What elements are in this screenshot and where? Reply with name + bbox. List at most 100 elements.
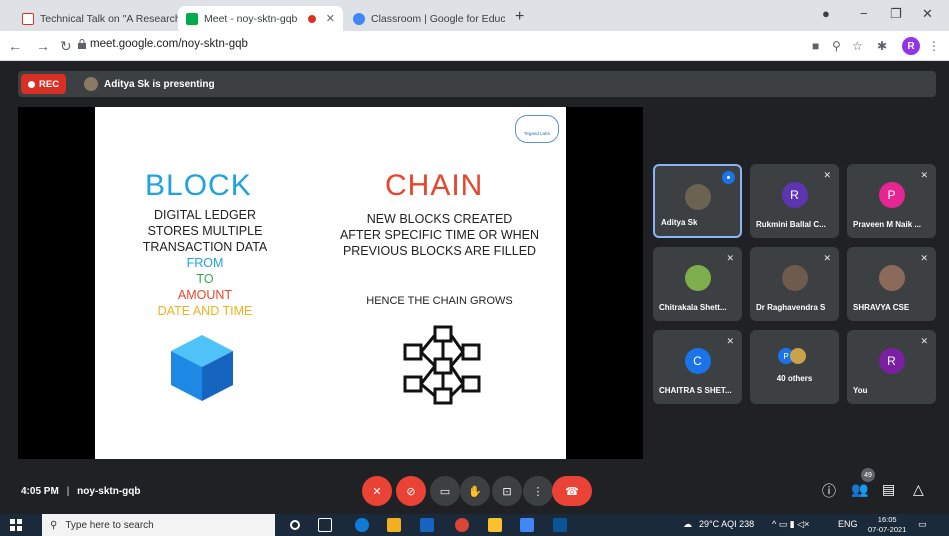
participant-name: Dr Raghavendra S	[756, 303, 826, 312]
url-field[interactable]: meet.google.com/noy-sktn-gqb	[90, 38, 248, 50]
google-icon	[353, 12, 365, 25]
taskbar-clock[interactable]: 16:05 07-07-2021	[868, 515, 906, 535]
recording-indicator-icon	[307, 14, 316, 23]
file-explorer-icon[interactable]	[387, 518, 401, 532]
edge-icon[interactable]	[355, 518, 369, 532]
participant-name: Aditya Sk	[661, 218, 698, 227]
avatar	[878, 265, 905, 291]
mic-off-icon: ✕	[726, 253, 734, 263]
tab-title: Technical Talk on "A Research pa	[40, 12, 180, 25]
tab-title: Classroom | Google for Educatio	[371, 12, 505, 25]
extensions-icon[interactable]: ✱	[877, 39, 887, 53]
tab-search-icon[interactable]: ●	[822, 6, 830, 21]
forward-icon[interactable]: →	[36, 38, 50, 54]
close-tab-icon[interactable]: ✕	[320, 12, 335, 25]
meeting-time: 4:05 PM	[21, 486, 59, 497]
menu-icon[interactable]: ⋮	[928, 39, 940, 53]
block-line: STORES MULTIPLE	[147, 224, 263, 238]
block-line: TRANSACTION DATA	[142, 240, 268, 254]
people-count-badge: 49	[861, 468, 875, 482]
info-icon[interactable]: ⓘ	[822, 481, 836, 501]
zoom-icon[interactable]: ⚲	[832, 39, 841, 53]
mic-off-icon: ✕	[823, 253, 831, 263]
participant-tile[interactable]: ✕ Dr Raghavendra S	[750, 247, 839, 321]
search-placeholder: Type here to search	[65, 519, 154, 531]
blockchain-network-icon	[403, 325, 481, 405]
participant-name: SHRAVYA CSE	[853, 303, 910, 312]
block-description: DIGITAL LEDGER STORES MULTIPLE TRANSACTI…	[115, 207, 295, 319]
slide: Tegand Labs BLOCK CHAIN DIGITAL LEDGER S…	[95, 107, 566, 459]
chrome-icon[interactable]	[455, 518, 469, 532]
avatar: P	[878, 182, 905, 208]
camera-off-button[interactable]: ⊘	[396, 476, 426, 506]
taskbar-search[interactable]: ⚲ Type here to search	[42, 514, 275, 536]
tab-technical-talk[interactable]: Technical Talk on "A Research pa ✕	[14, 6, 180, 31]
photos-icon[interactable]	[553, 518, 567, 532]
participant-tile[interactable]: ✕ R Rukmini Ballal C...	[750, 164, 839, 238]
presentation-bar: REC Aditya Sk is presenting	[18, 71, 936, 97]
logo-text: Tegand Labs	[524, 131, 550, 136]
participant-tile[interactable]: ✕ P Praveen M Naik ...	[847, 164, 936, 238]
gmail-icon	[22, 12, 34, 25]
participant-tile[interactable]: ✕ SHRAVYA CSE	[847, 247, 936, 321]
clock-date: 07-07-2021	[868, 525, 907, 534]
camera-icon[interactable]: ■	[812, 39, 819, 53]
bookmark-star-icon[interactable]: ☆	[852, 39, 863, 53]
app-icon[interactable]	[520, 518, 534, 532]
mic-off-button[interactable]: ✕	[362, 476, 392, 506]
participant-name: CHAITRA S SHET...	[659, 386, 732, 395]
captions-button[interactable]: ▭	[430, 476, 460, 506]
cortana-icon[interactable]	[290, 520, 300, 530]
to-label: TO	[196, 272, 214, 286]
windows-start-icon[interactable]	[10, 519, 22, 531]
notifications-icon[interactable]: ▭	[918, 519, 927, 530]
mail-icon[interactable]	[420, 518, 434, 532]
participant-tile[interactable]: ✕ Chitrakala Shett...	[653, 247, 742, 321]
others-tile[interactable]: P 40 others	[750, 330, 839, 404]
chat-icon[interactable]: ▤	[882, 481, 895, 498]
weather-text[interactable]: 29°C AQI 238	[699, 519, 754, 529]
recording-badge: REC	[21, 74, 67, 94]
avatar	[781, 265, 808, 291]
leave-call-button[interactable]: ☎	[552, 476, 592, 506]
language-indicator[interactable]: ENG	[838, 519, 858, 529]
maximize-icon[interactable]: ❐	[890, 6, 902, 22]
tab-classroom[interactable]: Classroom | Google for Educatio ✕	[345, 6, 505, 31]
speaking-indicator-icon: ⦁	[722, 171, 735, 184]
task-view-icon[interactable]	[318, 518, 332, 532]
meeting-controls: 4:05 PM | noy-sktn-gqb ✕ ⊘ ▭ ✋ ⊡ ⋮ ☎ ⓘ 4…	[0, 468, 949, 514]
block-heading: BLOCK	[145, 169, 252, 202]
mic-off-icon: ✕	[920, 253, 928, 263]
participant-tile[interactable]: ✕ C CHAITRA S SHET...	[653, 330, 742, 404]
activities-icon[interactable]: △	[913, 481, 924, 498]
browser-tab-bar: Technical Talk on "A Research pa ✕ Meet …	[0, 0, 949, 31]
tray-icons[interactable]: ^ ▭ ▮ ◁×	[772, 519, 809, 530]
date-label: DATE AND TIME	[157, 304, 253, 318]
more-options-button[interactable]: ⋮	[523, 476, 553, 506]
meet-window: REC Aditya Sk is presenting Tegand Labs …	[0, 61, 949, 514]
others-count: 40 others	[776, 374, 813, 383]
participant-tile[interactable]: ⦁ Aditya Sk	[653, 164, 742, 238]
present-button[interactable]: ⊡	[492, 476, 522, 506]
back-icon[interactable]: ←	[8, 38, 22, 54]
minimize-icon[interactable]: −	[860, 6, 868, 21]
tab-meet[interactable]: Meet - noy-sktn-gqb ✕	[178, 6, 343, 31]
participant-name: Rukmini Ballal C...	[756, 220, 826, 229]
weather-icon[interactable]: ☁	[683, 519, 692, 530]
meet-icon	[186, 12, 198, 25]
separator: |	[66, 486, 70, 497]
chain-heading: CHAIN	[385, 169, 484, 202]
self-tile[interactable]: ✕ R You	[847, 330, 936, 404]
mic-off-icon: ✕	[920, 336, 928, 346]
raise-hand-button[interactable]: ✋	[460, 476, 490, 506]
close-window-icon[interactable]: ✕	[922, 6, 933, 22]
profile-avatar[interactable]: R	[902, 37, 920, 55]
reload-icon[interactable]: ↻	[60, 38, 72, 55]
from-label: FROM	[186, 256, 224, 270]
new-tab-button[interactable]: +	[515, 8, 524, 26]
meeting-info: 4:05 PM | noy-sktn-gqb	[21, 486, 141, 497]
sticky-notes-icon[interactable]	[488, 518, 502, 532]
presenter-avatar	[84, 77, 98, 91]
chain-line: AFTER SPECIFIC TIME OR WHEN	[339, 228, 540, 242]
people-icon[interactable]: 👥	[851, 481, 868, 498]
